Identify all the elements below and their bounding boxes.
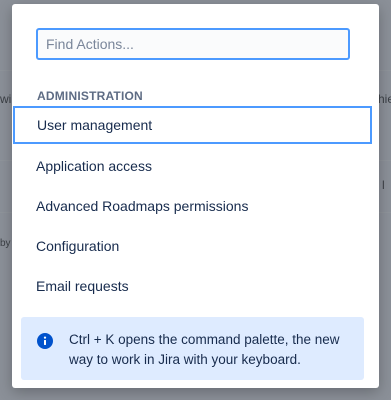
search-field[interactable]: [36, 28, 350, 60]
menu-item-advanced-roadmaps-permissions[interactable]: Advanced Roadmaps permissions: [12, 186, 379, 226]
background-text-left: wi: [0, 92, 12, 106]
menu-item-user-management[interactable]: User management: [13, 106, 372, 144]
info-message: Ctrl + K opens the command palette, the …: [21, 317, 364, 380]
menu-item-label: Application access: [36, 158, 152, 174]
background-text-left-lower: by: [0, 238, 11, 249]
menu-item-configuration[interactable]: Configuration: [12, 226, 379, 266]
background-dropdown-fragment: l: [382, 178, 385, 192]
menu-item-label: Email requests: [36, 278, 129, 294]
section-heading-administration: ADMINISTRATION: [37, 89, 143, 103]
menu-item-application-access[interactable]: Application access: [12, 146, 379, 186]
command-palette-dialog: ADMINISTRATION User management Applicati…: [12, 4, 379, 388]
background-text-right: hie: [378, 92, 391, 106]
actions-list: User management Application access Advan…: [12, 106, 379, 306]
menu-item-label: Advanced Roadmaps permissions: [36, 198, 249, 214]
info-message-text: Ctrl + K opens the command palette, the …: [69, 332, 340, 367]
search-input[interactable]: [38, 30, 348, 58]
menu-item-email-requests[interactable]: Email requests: [12, 266, 379, 306]
menu-item-label: User management: [37, 117, 153, 133]
menu-item-label: Configuration: [36, 238, 120, 254]
info-icon: [37, 333, 53, 349]
